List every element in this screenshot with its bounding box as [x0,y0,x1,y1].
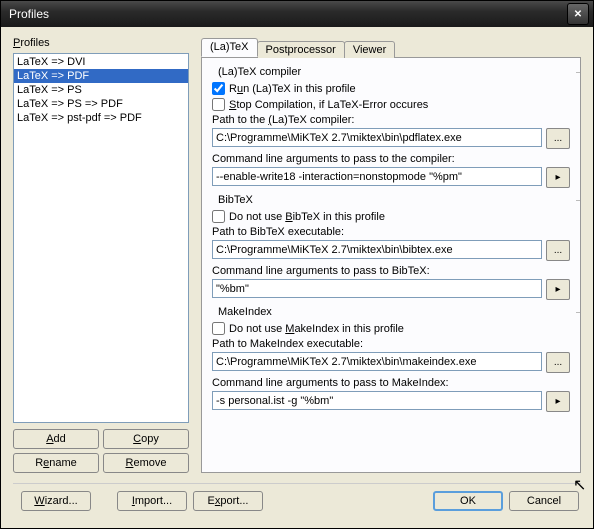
skip-bibtex-checkbox[interactable]: Do not use BibTeX in this profile [212,210,570,223]
bibtex-path-input[interactable] [212,240,542,259]
makeindex-args-input[interactable] [212,391,542,410]
bibtex-group: BibTeX Do not use BibTeX in this profile… [212,194,570,300]
list-item[interactable]: LaTeX => PS [14,83,188,97]
tab-content: (La)TeX compiler Run (La)TeX in this pro… [201,57,581,473]
dialog-body: Profiles LaTeX => DVI LaTeX => PDF LaTeX… [1,27,593,528]
bibtex-group-title: BibTeX [218,194,570,206]
titlebar[interactable]: Profiles ✕ [1,1,593,27]
makeindex-path-input[interactable] [212,352,542,371]
bibtex-args-expand-button[interactable]: ▸ [546,279,570,300]
stop-on-error-checkbox[interactable]: Stop Compilation, if LaTeX-Error occures [212,98,570,111]
profiles-list[interactable]: LaTeX => DVI LaTeX => PDF LaTeX => PS La… [13,53,189,423]
makeindex-args-expand-button[interactable]: ▸ [546,391,570,412]
tab-bar: (La)TeX Postprocessor Viewer [201,37,581,57]
tab-viewer[interactable]: Viewer [344,41,395,58]
rename-button[interactable]: Rename [13,453,99,473]
bibtex-args-input[interactable] [212,279,542,298]
close-icon[interactable]: ✕ [567,3,589,25]
list-item[interactable]: LaTeX => PDF [14,69,188,83]
list-item[interactable]: LaTeX => pst-pdf => PDF [14,111,188,125]
latex-args-label: Command line arguments to pass to the co… [212,153,570,165]
skip-makeindex-checkbox[interactable]: Do not use MakeIndex in this profile [212,322,570,335]
window-title: Profiles [5,7,567,21]
browse-latex-button[interactable]: ... [546,128,570,149]
tab-latex[interactable]: (La)TeX [201,38,258,57]
copy-button[interactable]: Copy [103,429,189,449]
browse-makeindex-button[interactable]: ... [546,352,570,373]
bibtex-args-label: Command line arguments to pass to BibTeX… [212,265,570,277]
run-latex-checkbox[interactable]: Run (La)TeX in this profile [212,82,570,95]
list-item[interactable]: LaTeX => DVI [14,55,188,69]
wizard-button[interactable]: Wizard... [21,491,91,511]
add-button[interactable]: Add [13,429,99,449]
latex-group-title: (La)TeX compiler [218,66,570,78]
tab-postprocessor[interactable]: Postprocessor [257,41,345,58]
profiles-panel: Profiles LaTeX => DVI LaTeX => PDF LaTeX… [13,37,189,473]
latex-path-input[interactable] [212,128,542,147]
profiles-dialog: Profiles ✕ Profiles LaTeX => DVI LaTeX =… [0,0,594,529]
settings-panel: (La)TeX Postprocessor Viewer (La)TeX com… [201,37,581,473]
list-item[interactable]: LaTeX => PS => PDF [14,97,188,111]
footer: Wizard... Import... Export... OK Cancel [13,483,581,518]
makeindex-group: MakeIndex Do not use MakeIndex in this p… [212,306,570,412]
browse-bibtex-button[interactable]: ... [546,240,570,261]
remove-button[interactable]: Remove [103,453,189,473]
makeindex-args-label: Command line arguments to pass to MakeIn… [212,377,570,389]
latex-path-label: Path to the (La)TeX compiler: [212,114,570,126]
makeindex-path-label: Path to MakeIndex executable: [212,338,570,350]
latex-args-input[interactable] [212,167,542,186]
bibtex-path-label: Path to BibTeX executable: [212,226,570,238]
cancel-button[interactable]: Cancel [509,491,579,511]
profiles-label: Profiles [13,37,189,49]
ok-button[interactable]: OK [433,491,503,511]
import-button[interactable]: Import... [117,491,187,511]
makeindex-group-title: MakeIndex [218,306,570,318]
export-button[interactable]: Export... [193,491,263,511]
latex-group: (La)TeX compiler Run (La)TeX in this pro… [212,66,570,188]
latex-args-expand-button[interactable]: ▸ [546,167,570,188]
